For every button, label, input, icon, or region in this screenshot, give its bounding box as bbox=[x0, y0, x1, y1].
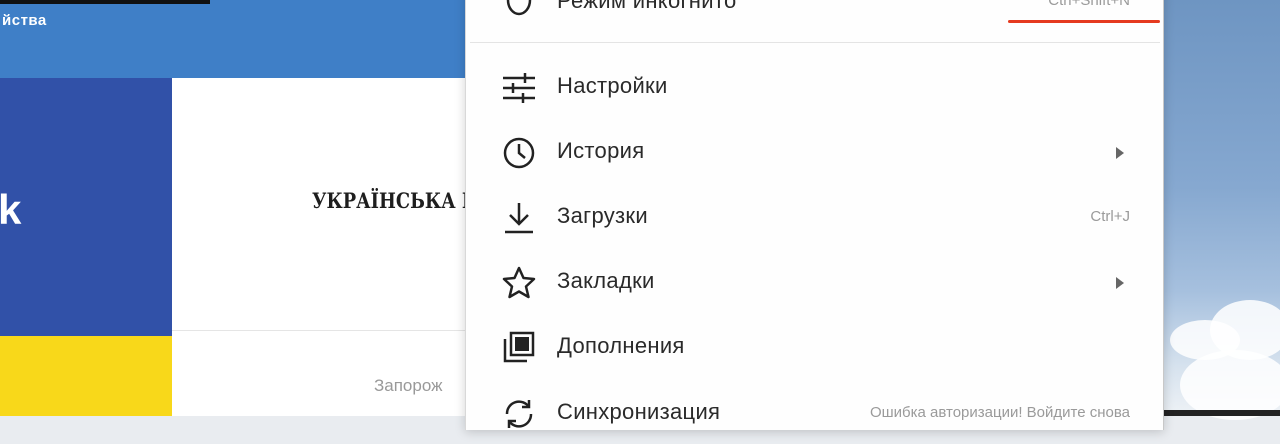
sync-icon bbox=[501, 396, 537, 432]
submenu-arrow-icon bbox=[1116, 147, 1124, 159]
menu-item-incognito[interactable]: Режим инкогнито Ctrl+Shift+N bbox=[465, 0, 1162, 60]
incognito-icon bbox=[501, 0, 537, 20]
settings-sliders-icon bbox=[501, 70, 537, 106]
menu-item-label: Дополнения bbox=[557, 333, 685, 358]
clock-icon bbox=[501, 135, 537, 171]
menu-item-label: История bbox=[557, 138, 645, 163]
desktop-sky-background bbox=[1160, 0, 1280, 420]
menu-item-sync[interactable]: Синхронизация Ошибка авторизации! Войдит… bbox=[465, 384, 1162, 444]
flag-blue-panel bbox=[0, 78, 172, 336]
sync-error-text: Ошибка авторизации! Войдите снова bbox=[869, 404, 1130, 421]
card-subtitle: Запорож bbox=[374, 376, 443, 395]
menu-item-settings[interactable]: Настройки bbox=[465, 58, 1162, 118]
menu-item-downloads[interactable]: Загрузки Ctrl+J bbox=[465, 188, 1162, 248]
menu-item-history[interactable]: История bbox=[465, 123, 1162, 183]
flag-letter: k bbox=[0, 186, 22, 233]
top-edge-bar bbox=[0, 0, 210, 4]
menu-item-label: Синхронизация bbox=[557, 399, 721, 424]
card-heading[interactable]: УКРАЇНСЬКА І bbox=[312, 188, 470, 213]
header-title: йства bbox=[2, 12, 47, 29]
submenu-arrow-icon bbox=[1116, 277, 1124, 289]
star-icon bbox=[501, 265, 537, 301]
highlight-underline bbox=[1008, 20, 1160, 23]
card-divider bbox=[172, 330, 470, 331]
flag-yellow-panel bbox=[0, 336, 172, 416]
menu-item-label: Настройки bbox=[557, 73, 668, 98]
content-card bbox=[172, 78, 470, 416]
menu-item-shortcut: Ctrl+Shift+N bbox=[1048, 0, 1130, 9]
page-header-bar bbox=[0, 0, 470, 78]
menu-item-extensions[interactable]: Дополнения bbox=[465, 318, 1162, 378]
menu-item-label: Режим инкогнито bbox=[557, 0, 737, 13]
menu-item-label: Загрузки bbox=[557, 203, 648, 228]
menu-item-shortcut: Ctrl+J bbox=[1090, 208, 1130, 225]
extensions-icon bbox=[501, 330, 537, 366]
menu-item-label: Закладки bbox=[557, 268, 655, 293]
download-icon bbox=[501, 200, 537, 236]
menu-item-bookmarks[interactable]: Закладки bbox=[465, 253, 1162, 313]
